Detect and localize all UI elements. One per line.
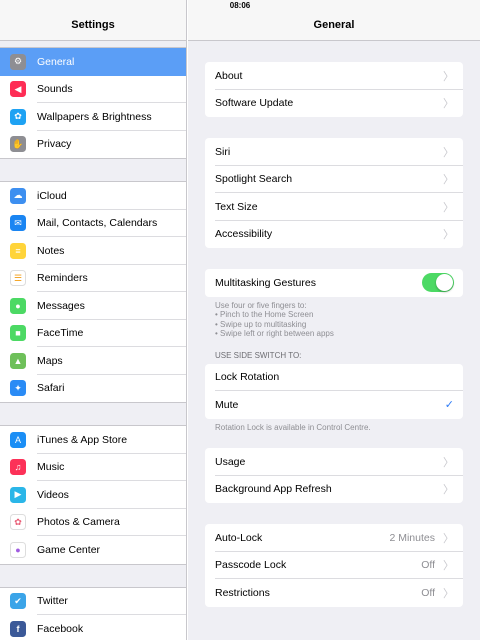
rotation-lock-note: Rotation Lock is available in Control Ce… <box>215 422 371 432</box>
sidebar-item-notes[interactable]: ≡ Notes <box>0 237 186 265</box>
detail-group-about: About 〉 Software Update 〉 <box>205 62 463 117</box>
sidebar-item-itunes-app-store[interactable]: A iTunes & App Store <box>0 426 186 454</box>
detail-group-lock: Auto-Lock 2 Minutes 〉 Passcode Lock Off … <box>205 524 463 607</box>
notes-icon: ≡ <box>10 242 26 259</box>
sidebar-item-facebook[interactable]: f Facebook <box>0 615 186 640</box>
auto-lock-value: 2 Minutes <box>389 531 435 544</box>
sidebar-item-videos[interactable]: ▶ Videos <box>0 481 186 509</box>
row-spotlight-search[interactable]: Spotlight Search 〉 <box>205 166 463 194</box>
detail-group-usage: Usage 〉 Background App Refresh 〉 <box>205 448 463 503</box>
side-switch-header: USE SIDE SWITCH TO: <box>215 350 302 360</box>
game-center-icon: ● <box>10 541 26 558</box>
chevron-right-icon: 〉 <box>443 146 454 159</box>
row-software-update[interactable]: Software Update 〉 <box>205 90 463 118</box>
sidebar-item-general[interactable]: ⚙ General <box>0 48 186 76</box>
row-passcode-lock[interactable]: Passcode Lock Off 〉 <box>205 552 463 580</box>
detail-group-side-switch: Lock Rotation Mute ✓ <box>205 363 463 419</box>
sidebar-item-safari[interactable]: ✦ Safari <box>0 375 186 403</box>
detail-group-siri: Siri 〉 Spotlight Search 〉 Text Size 〉 Ac… <box>205 138 463 248</box>
photos-icon: ✿ <box>10 514 26 531</box>
toggle-knob <box>436 274 453 292</box>
sidebar-item-reminders[interactable]: ☰ Reminders <box>0 265 186 293</box>
multitasking-gestures-toggle[interactable] <box>422 273 454 293</box>
chevron-right-icon: 〉 <box>443 229 454 242</box>
envelope-icon: ✉ <box>10 215 26 232</box>
status-bar: 08:06 <box>0 0 480 12</box>
sidebar-group-3: A iTunes & App Store ♫ Music ▶ Videos ✿ … <box>0 425 186 565</box>
sidebar-group-1: ⚙ General ◀ Sounds ✿ Wallpapers & Bright… <box>0 47 186 159</box>
twitter-bird-icon: ✔ <box>10 593 26 610</box>
cloud-icon: ☁ <box>10 187 26 204</box>
sidebar-item-photos-camera[interactable]: ✿ Photos & Camera <box>0 509 186 537</box>
flower-icon: ✿ <box>10 108 26 125</box>
sidebar-item-game-center[interactable]: ● Game Center <box>0 536 186 564</box>
row-auto-lock[interactable]: Auto-Lock 2 Minutes 〉 <box>205 524 463 552</box>
sidebar-item-messages[interactable]: ● Messages <box>0 292 186 320</box>
gear-icon: ⚙ <box>10 53 26 70</box>
row-lock-rotation[interactable]: Lock Rotation <box>205 364 463 392</box>
chevron-right-icon: 〉 <box>443 201 454 214</box>
map-icon: ▲ <box>10 352 26 369</box>
video-camera-icon: ■ <box>10 325 26 342</box>
row-restrictions[interactable]: Restrictions Off 〉 <box>205 579 463 607</box>
sidebar-item-music[interactable]: ♫ Music <box>0 454 186 482</box>
sidebar-item-icloud[interactable]: ☁ iCloud <box>0 182 186 210</box>
sidebar-item-facetime[interactable]: ■ FaceTime <box>0 320 186 348</box>
app-store-icon: A <box>10 431 26 448</box>
row-text-size[interactable]: Text Size 〉 <box>205 193 463 221</box>
checkmark-icon: ✓ <box>444 399 454 412</box>
row-background-app-refresh[interactable]: Background App Refresh 〉 <box>205 476 463 504</box>
list-icon: ☰ <box>10 270 26 287</box>
clapperboard-icon: ▶ <box>10 486 26 503</box>
sidebar-item-privacy[interactable]: ✋ Privacy <box>0 131 186 159</box>
sidebar-item-mail[interactable]: ✉ Mail, Contacts, Calendars <box>0 210 186 238</box>
row-usage[interactable]: Usage 〉 <box>205 448 463 476</box>
restrictions-value: Off <box>421 586 435 599</box>
sidebar-item-sounds[interactable]: ◀ Sounds <box>0 76 186 104</box>
sidebar-item-wallpapers[interactable]: ✿ Wallpapers & Brightness <box>0 103 186 131</box>
sidebar-item-maps[interactable]: ▲ Maps <box>0 347 186 375</box>
speaker-icon: ◀ <box>10 81 26 98</box>
row-accessibility[interactable]: Accessibility 〉 <box>205 221 463 249</box>
row-about[interactable]: About 〉 <box>205 62 463 90</box>
status-time: 08:06 <box>229 1 251 10</box>
chevron-right-icon: 〉 <box>443 587 454 600</box>
chevron-right-icon: 〉 <box>443 70 454 83</box>
chevron-right-icon: 〉 <box>443 484 454 497</box>
settings-sidebar: Settings ⚙ General ◀ Sounds ✿ Wallpapers… <box>0 0 187 640</box>
sidebar-item-twitter[interactable]: ✔ Twitter <box>0 588 186 616</box>
multitasking-note: Use four or five fingers to: • Pinch to … <box>215 300 334 339</box>
row-mute[interactable]: Mute ✓ <box>205 391 463 419</box>
chevron-right-icon: 〉 <box>443 560 454 573</box>
chevron-right-icon: 〉 <box>443 174 454 187</box>
chevron-right-icon: 〉 <box>443 532 454 545</box>
passcode-lock-value: Off <box>421 559 435 572</box>
music-note-icon: ♫ <box>10 459 26 476</box>
chevron-right-icon: 〉 <box>443 456 454 469</box>
speech-bubble-icon: ● <box>10 297 26 314</box>
detail-group-multitasking: Multitasking Gestures <box>205 269 463 297</box>
chevron-right-icon: 〉 <box>443 98 454 111</box>
facebook-icon: f <box>10 620 26 637</box>
hand-icon: ✋ <box>10 136 26 153</box>
general-detail-pane: General About 〉 Software Update 〉 Siri 〉… <box>188 0 480 640</box>
compass-icon: ✦ <box>10 380 26 397</box>
row-multitasking-gestures: Multitasking Gestures <box>205 269 463 297</box>
sidebar-group-4: ✔ Twitter f Facebook <box>0 586 186 640</box>
sidebar-group-2: ☁ iCloud ✉ Mail, Contacts, Calendars ≡ N… <box>0 181 186 403</box>
row-siri[interactable]: Siri 〉 <box>205 138 463 166</box>
